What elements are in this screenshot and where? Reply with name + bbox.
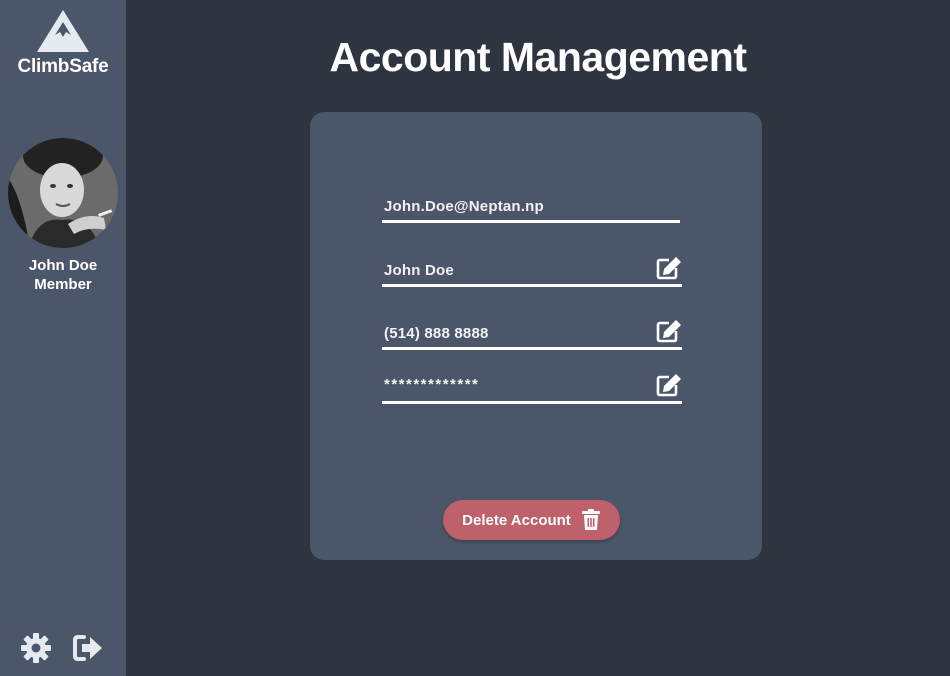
trash-icon xyxy=(581,509,600,530)
app-root: ClimbSafe John Doe Member Account Manage… xyxy=(0,0,950,676)
delete-account-label: Delete Account xyxy=(462,511,571,529)
app-name: ClimbSafe xyxy=(17,56,109,77)
edit-password-button[interactable] xyxy=(656,373,682,397)
edit-name-button[interactable] xyxy=(656,256,682,280)
user-role: Member xyxy=(34,276,92,293)
user-name: John Doe xyxy=(28,257,98,274)
phone-field[interactable]: (514) 888 8888 xyxy=(382,315,682,350)
edit-icon xyxy=(656,257,681,280)
password-field[interactable]: ************* xyxy=(382,369,682,404)
gear-icon xyxy=(21,633,51,663)
avatar xyxy=(8,138,118,248)
phone-value: (514) 888 8888 xyxy=(384,325,489,342)
name-value: John Doe xyxy=(384,262,454,279)
edit-phone-button[interactable] xyxy=(656,319,682,343)
password-value: ************* xyxy=(384,376,480,393)
sidebar: ClimbSafe John Doe Member xyxy=(0,0,126,676)
page-title: Account Management xyxy=(329,34,748,80)
name-field[interactable]: John Doe xyxy=(382,252,682,287)
edit-icon xyxy=(656,320,681,343)
delete-account-button[interactable]: Delete Account xyxy=(443,500,620,540)
logo[interactable]: ClimbSafe xyxy=(0,8,126,78)
account-card: John.Doe@Neptan.np John Doe (514) 888 88… xyxy=(310,112,762,560)
mountain-icon xyxy=(37,10,89,52)
email-field[interactable]: John.Doe@Neptan.np xyxy=(382,188,680,223)
avatar-photo xyxy=(8,138,118,248)
logout-icon xyxy=(73,635,102,661)
edit-icon xyxy=(656,374,681,397)
email-value: John.Doe@Neptan.np xyxy=(384,198,544,215)
settings-button[interactable] xyxy=(19,631,53,665)
logout-button[interactable] xyxy=(71,631,105,665)
